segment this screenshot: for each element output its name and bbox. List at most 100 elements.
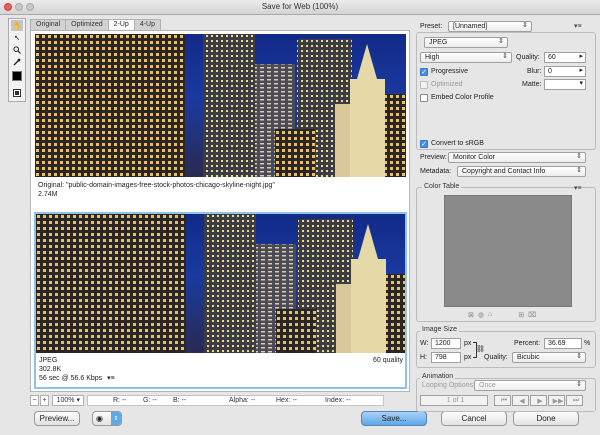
readout-r: R: -- (113, 396, 127, 404)
hand-tool-icon[interactable]: ✋ (11, 20, 23, 31)
original-pane[interactable]: Original: "public-domain-images-free-sto… (35, 34, 406, 208)
preview-color-select[interactable]: Monitor Color ⇕ (448, 152, 586, 163)
quality-value: 60 (548, 54, 556, 61)
metadata-select[interactable]: Copyright and Contact Info ⇕ (457, 166, 586, 177)
resample-quality-value: Bicubic (517, 354, 540, 361)
preset-label: Preset: (420, 23, 443, 30)
next-frame-icon[interactable]: ▶▶ (548, 395, 565, 406)
optimized-quality: 60 quality (373, 357, 403, 364)
optimized-image (36, 214, 405, 353)
image-size-title: Image Size (420, 326, 460, 333)
tool-box: ✋ ↖ (8, 18, 26, 102)
matte-label: Matte: (522, 81, 542, 88)
preset-select[interactable]: [Unnamed] ⇕ (448, 21, 532, 32)
download-speed-menu-icon[interactable]: ▾≡ (107, 375, 115, 382)
map-color-icon[interactable]: ⊠ (468, 311, 474, 319)
color-table-menu-icon[interactable]: ▾≡ (574, 184, 582, 192)
width-input[interactable]: 1200 (431, 338, 461, 349)
preview-color-value: Monitor Color (453, 154, 496, 161)
height-input[interactable]: 798 (431, 352, 461, 363)
optimized-download-time: 56 sec @ 56.6 Kbps ▾≡ (39, 374, 403, 383)
window-title: Save for Web (100%) (261, 2, 339, 11)
frame-counter: 1 of 1 (420, 395, 488, 406)
previous-frame-icon[interactable]: ◀ (512, 395, 529, 406)
color-table-swatches[interactable] (444, 195, 572, 307)
readout-b: B: -- (173, 396, 187, 404)
progressive-checkbox[interactable]: ✓ (420, 68, 428, 76)
readout-hex: Hex: -- (276, 396, 297, 404)
compression-value: High (425, 54, 440, 61)
readout-alpha: Alpha: -- (229, 396, 256, 404)
optimize-menu-icon[interactable]: ▾≡ (574, 22, 582, 30)
settings-panel: Preset: [Unnamed] ⇕ ▾≡ JPEG ⇕ High ⇕ Qualit… (414, 15, 600, 420)
optimized-pane[interactable]: JPEG 302.8K 56 sec @ 56.6 Kbps ▾≡ 60 qua… (34, 212, 407, 389)
convert-srgb-checkbox[interactable]: ✓ (420, 140, 428, 148)
readout-index: Index: -- (325, 396, 351, 404)
settings-group (416, 32, 596, 150)
looping-options-select[interactable]: Once ⇕ (474, 380, 586, 391)
resample-quality-select[interactable]: Bicubic ⇕ (512, 352, 586, 363)
tab-optimized[interactable]: Optimized (65, 19, 109, 30)
tab-2-up[interactable]: 2-Up (107, 19, 135, 30)
status-bar: − + 100% ▾ R: -- G: -- B: -- Alpha: -- He… (30, 394, 410, 406)
original-filesize: 2.74M (38, 191, 58, 198)
color-table-title: Color Table (422, 183, 462, 190)
percent-label: Percent: (514, 340, 541, 347)
optimized-format: JPEG (39, 357, 58, 364)
zoom-tool-icon[interactable] (11, 44, 23, 55)
quality-label: Quality: (516, 54, 540, 61)
first-frame-icon[interactable]: ⏮ (494, 395, 511, 406)
color-readout: R: -- G: -- B: -- Alpha: -- Hex: -- Inde… (87, 394, 384, 406)
quality-input[interactable]: 60 ▸ (544, 52, 586, 63)
slice-select-tool-icon[interactable]: ↖ (11, 32, 23, 43)
browser-dropdown-icon: ⇕ (111, 412, 121, 425)
zoom-level-value: 100% (56, 396, 75, 404)
embed-color-profile-label: Embed Color Profile (431, 94, 494, 101)
blur-input[interactable]: 0 ▸ (544, 66, 586, 77)
toggle-slices-visibility-icon[interactable] (11, 87, 23, 98)
height-unit: px (464, 354, 472, 361)
original-filename: Original: "public-domain-images-free-sto… (38, 182, 275, 189)
tab-original[interactable]: Original (30, 19, 67, 30)
zoom-out-button[interactable]: − (30, 394, 39, 406)
eyedropper-color-swatch[interactable] (12, 71, 22, 81)
delete-color-icon[interactable]: ⌧ (528, 311, 536, 319)
width-unit: px (464, 340, 472, 347)
optimized-filesize: 302.8K (39, 366, 62, 373)
preview-label: Preview: (420, 154, 447, 161)
blur-label: Blur: (527, 68, 542, 75)
original-image (35, 34, 406, 177)
optimized-label: Optimized (431, 81, 463, 88)
file-format-select[interactable]: JPEG ⇕ (424, 37, 508, 48)
looping-options-value: Once (479, 382, 496, 389)
browser-preview-menu[interactable]: ◉ ⇕ (92, 411, 122, 426)
lock-color-icon[interactable]: ⌂ (488, 311, 492, 319)
compression-quality-select[interactable]: High ⇕ (420, 52, 512, 63)
height-value: 798 (435, 354, 447, 361)
view-tabs: Original Optimized 2-Up 4-Up (30, 19, 162, 30)
zoom-in-button[interactable]: + (40, 394, 49, 406)
progressive-label: Progressive (431, 68, 468, 75)
height-label: H: (420, 354, 427, 361)
optimized-checkbox[interactable] (420, 81, 428, 89)
matte-select[interactable]: ▾ (544, 79, 586, 90)
add-color-icon[interactable]: ⊞ (518, 311, 524, 319)
convert-srgb-label: Convert to sRGB (431, 140, 484, 147)
eyedropper-tool-icon[interactable] (11, 56, 23, 67)
blur-value: 0 (548, 68, 552, 75)
preview-button[interactable]: Preview... (34, 411, 80, 426)
play-icon[interactable]: ▶ (530, 395, 547, 406)
metadata-label: Metadata: (420, 168, 452, 175)
web-shift-icon[interactable]: ◍ (478, 311, 484, 319)
tab-4-up[interactable]: 4-Up (133, 19, 162, 30)
zoom-level-select[interactable]: 100% ▾ (52, 394, 84, 406)
last-frame-icon[interactable]: ⏭ (566, 395, 583, 406)
download-time-text: 56 sec @ 56.6 Kbps (39, 375, 103, 382)
browser-globe-icon: ◉ (96, 414, 103, 423)
embed-color-profile-checkbox[interactable] (420, 94, 428, 102)
constrain-proportions-link-icon[interactable]: ⛓ (476, 345, 485, 353)
optimized-info: JPEG 302.8K 56 sec @ 56.6 Kbps ▾≡ 60 qua… (39, 356, 403, 383)
looping-options-label: Looping Options: (422, 382, 475, 389)
percent-input[interactable]: 36.69 (544, 338, 582, 349)
color-table-tools: ⊠ ◍ ⌂ ⊞ ⌧ (468, 311, 536, 319)
